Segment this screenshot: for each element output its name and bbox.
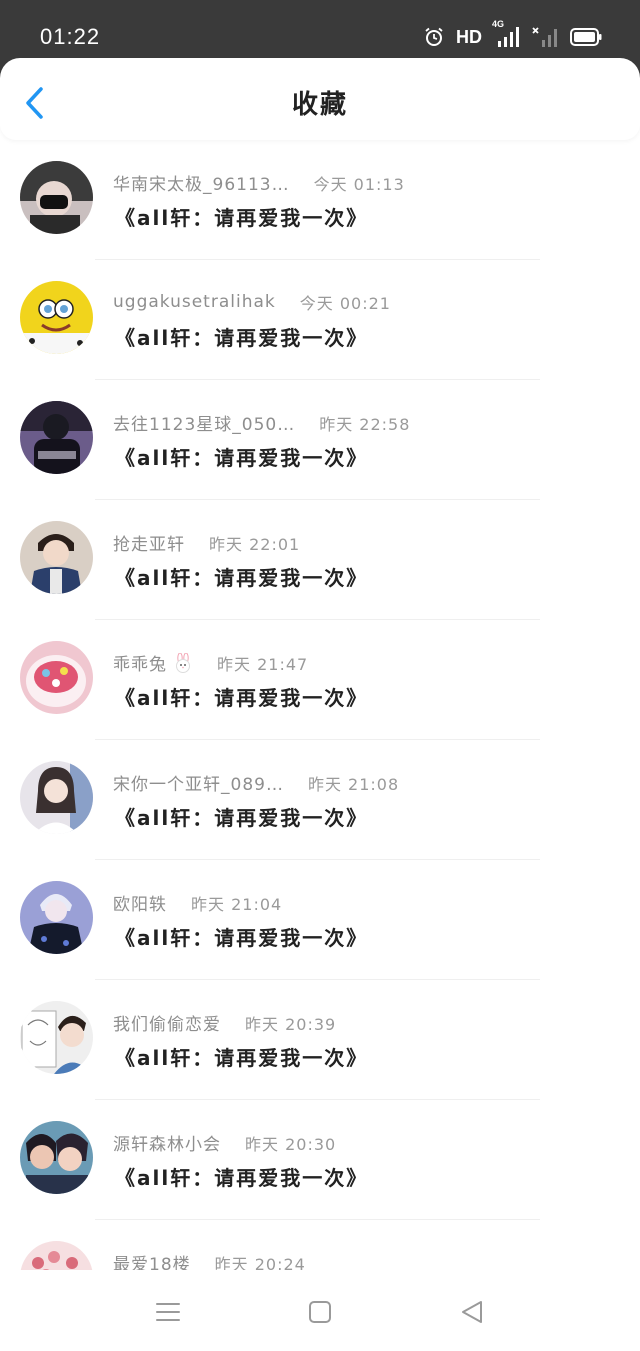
home-square-icon[interactable] bbox=[306, 1298, 334, 1326]
username[interactable]: uggakusetralihak bbox=[113, 292, 276, 312]
meta-row: 源轩森林小会 昨天 20:30 bbox=[113, 1130, 337, 1156]
signal-4g-icon: 4G bbox=[492, 19, 520, 48]
post-title[interactable]: 《all轩：请再爱我一次》 bbox=[115, 1042, 368, 1071]
network-label: 4G bbox=[492, 19, 505, 29]
app-header: 收藏 bbox=[0, 58, 640, 140]
meta-row: 最爱18楼 昨天 20:24 bbox=[113, 1250, 306, 1271]
avatar[interactable] bbox=[20, 521, 93, 594]
post-title[interactable]: 《all轩：请再爱我一次》 bbox=[115, 442, 368, 471]
status-icons: HD 4G bbox=[424, 19, 602, 48]
list-item[interactable]: 我们偷偷恋爱 昨天 20:39 《all轩：请再爱我一次》 bbox=[0, 980, 640, 1100]
timestamp: 昨天 22:01 bbox=[209, 534, 301, 554]
meta-row: 宋你一个亚轩_089… 昨天 21:08 bbox=[113, 770, 400, 796]
post-title[interactable]: 《all轩：请再爱我一次》 bbox=[115, 202, 368, 231]
avatar[interactable] bbox=[20, 761, 93, 834]
list-item[interactable]: 最爱18楼 昨天 20:24 bbox=[0, 1220, 640, 1270]
post-title[interactable]: 《all轩：请再爱我一次》 bbox=[115, 322, 368, 351]
list-item[interactable]: 乖乖兔 昨天 21:47 《all轩：请再爱我一次》 bbox=[0, 620, 640, 740]
list-item[interactable]: 抢走亚轩 昨天 22:01 《all轩：请再爱我一次》 bbox=[0, 500, 640, 620]
timestamp: 昨天 20:24 bbox=[214, 1254, 306, 1271]
timestamp: 昨天 20:39 bbox=[245, 1014, 337, 1034]
avatar[interactable] bbox=[20, 1121, 93, 1194]
username[interactable]: 欧阳轶 bbox=[113, 890, 167, 915]
username[interactable]: 我们偷偷恋爱 bbox=[113, 1010, 221, 1035]
list-item[interactable]: 欧阳轶 昨天 21:04 《all轩：请再爱我一次》 bbox=[0, 860, 640, 980]
avatar[interactable] bbox=[20, 1241, 93, 1270]
avatar[interactable] bbox=[20, 641, 93, 714]
post-title[interactable]: 《all轩：请再爱我一次》 bbox=[115, 682, 368, 711]
signal-x-icon bbox=[532, 27, 557, 47]
username[interactable]: 去往1123星球_050… bbox=[113, 410, 295, 435]
timestamp: 昨天 21:08 bbox=[307, 774, 400, 794]
alarm-icon bbox=[425, 27, 443, 46]
list-item[interactable]: 华南宋太极_96113… 今天 01:13 《all轩：请再爱我一次》 bbox=[0, 140, 640, 260]
username[interactable]: 最爱18楼 bbox=[113, 1250, 191, 1270]
avatar[interactable] bbox=[20, 881, 93, 954]
page-title: 收藏 bbox=[291, 90, 348, 120]
meta-row: 乖乖兔 昨天 21:47 bbox=[113, 650, 308, 675]
post-title[interactable]: 《all轩：请再爱我一次》 bbox=[115, 802, 368, 831]
hd-label: HD bbox=[456, 26, 482, 47]
menu-icon[interactable] bbox=[154, 1298, 182, 1326]
username[interactable]: 华南宋太极_96113… bbox=[113, 170, 290, 195]
timestamp: 今天 00:21 bbox=[299, 294, 391, 313]
post-title[interactable]: 《all轩：请再爱我一次》 bbox=[115, 562, 368, 591]
status-time: 01:22 bbox=[40, 24, 101, 49]
meta-row: 华南宋太极_96113… 今天 01:13 bbox=[113, 170, 405, 196]
list-item[interactable]: 源轩森林小会 昨天 20:30 《all轩：请再爱我一次》 bbox=[0, 1100, 640, 1220]
list-item[interactable]: 去往1123星球_050… 昨天 22:58 《all轩：请再爱我一次》 bbox=[0, 380, 640, 500]
username[interactable]: 宋你一个亚轩_089… bbox=[113, 770, 284, 795]
navigation-bar bbox=[0, 1272, 640, 1351]
list-item[interactable]: 宋你一个亚轩_089… 昨天 21:08 《all轩：请再爱我一次》 bbox=[0, 740, 640, 860]
username[interactable]: 源轩森林小会 bbox=[113, 1130, 221, 1155]
back-triangle-icon[interactable] bbox=[458, 1298, 486, 1326]
timestamp: 昨天 20:30 bbox=[245, 1134, 337, 1154]
avatar[interactable] bbox=[20, 281, 93, 354]
avatar[interactable] bbox=[20, 1001, 93, 1074]
timestamp: 今天 01:13 bbox=[313, 174, 405, 194]
battery-icon bbox=[570, 28, 602, 46]
favorites-list: 华南宋太极_96113… 今天 01:13 《all轩：请再爱我一次》 ugga… bbox=[0, 140, 640, 1270]
rabbit-emoji-icon bbox=[176, 652, 190, 673]
timestamp: 昨天 21:04 bbox=[191, 894, 283, 914]
meta-row: 去往1123星球_050… 昨天 22:58 bbox=[113, 410, 411, 436]
post-title[interactable]: 《all轩：请再爱我一次》 bbox=[115, 1162, 368, 1191]
username[interactable]: 抢走亚轩 bbox=[113, 530, 185, 555]
timestamp: 昨天 22:58 bbox=[319, 414, 411, 434]
timestamp: 昨天 21:47 bbox=[217, 654, 309, 674]
list-item[interactable]: uggakusetralihak 今天 00:21 《all轩：请再爱我一次》 bbox=[0, 260, 640, 380]
avatar[interactable] bbox=[20, 401, 93, 474]
meta-row: 抢走亚轩 昨天 22:01 bbox=[113, 530, 301, 556]
meta-row: 欧阳轶 昨天 21:04 bbox=[113, 890, 283, 916]
avatar[interactable] bbox=[20, 161, 93, 234]
meta-row: 我们偷偷恋爱 昨天 20:39 bbox=[113, 1010, 337, 1036]
username[interactable]: 乖乖兔 bbox=[113, 650, 167, 675]
post-title[interactable]: 《all轩：请再爱我一次》 bbox=[115, 922, 368, 951]
meta-row: uggakusetralihak 今天 00:21 bbox=[113, 290, 391, 314]
